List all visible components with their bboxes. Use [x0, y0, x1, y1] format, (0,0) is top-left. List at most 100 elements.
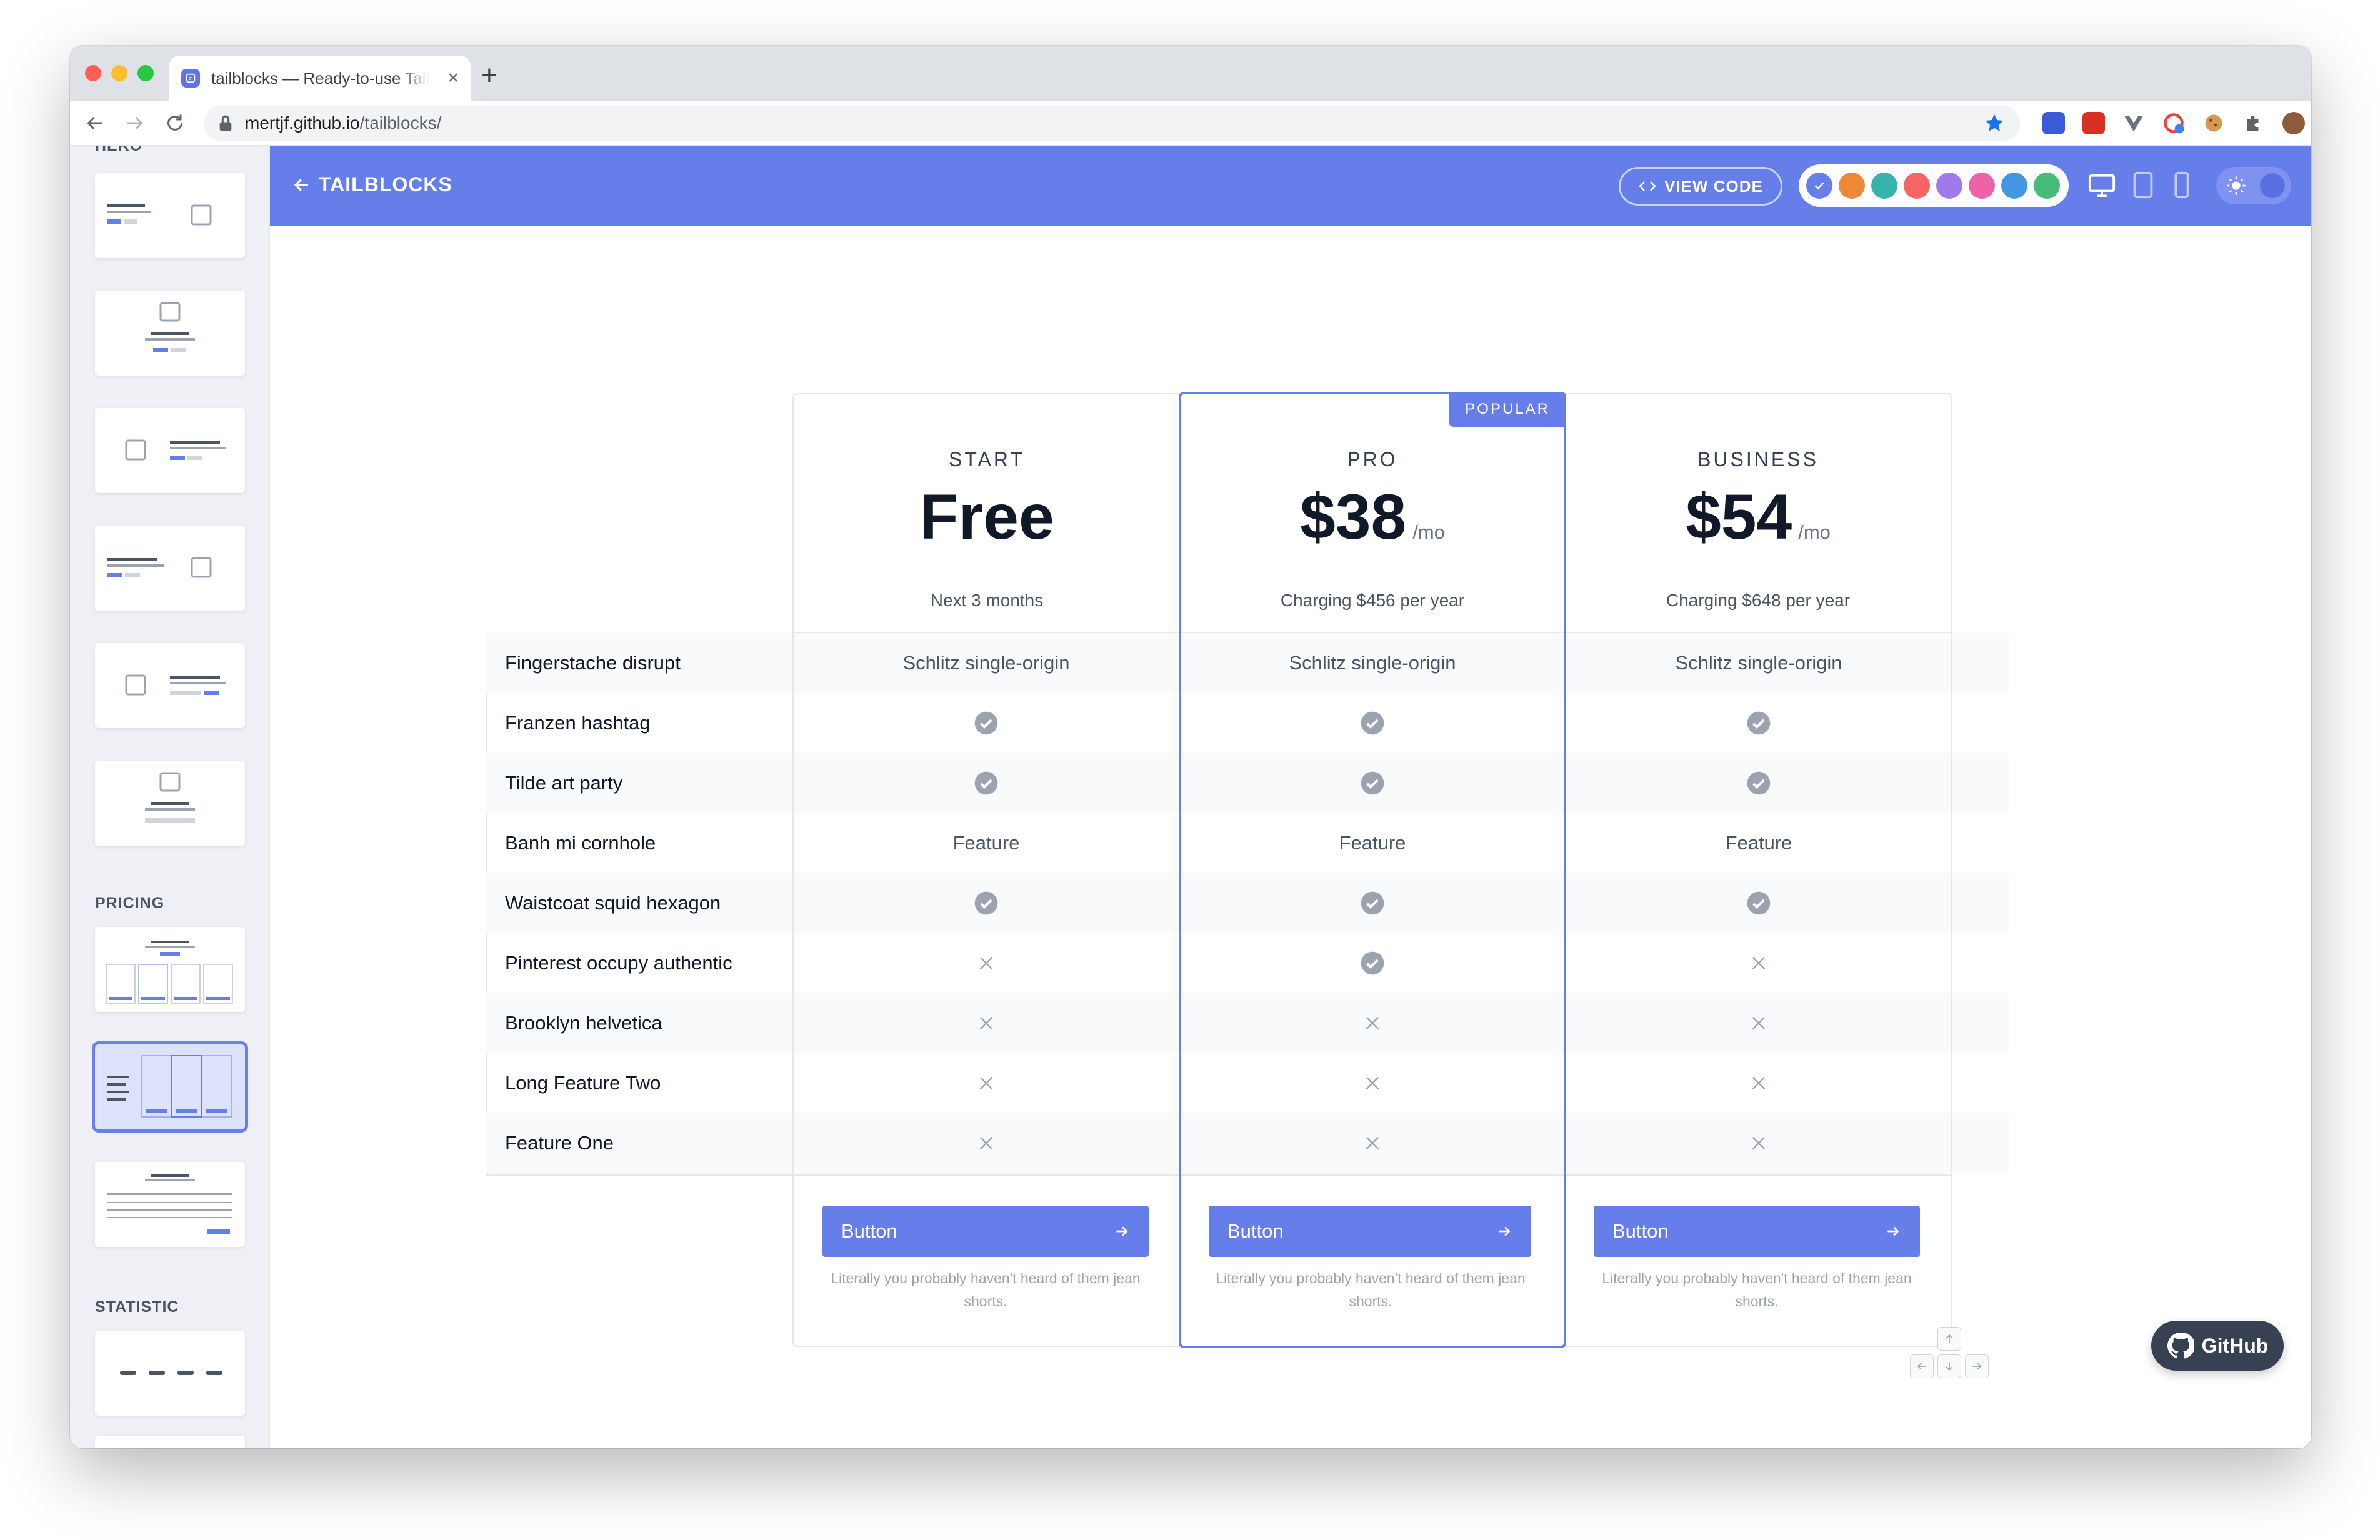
price-unit: /mo [1412, 521, 1445, 543]
new-tab-button[interactable]: + [481, 62, 498, 89]
sidebar-thumb-hero-1[interactable] [95, 173, 245, 258]
feature-value: Feature [952, 832, 1020, 854]
plan-note: Charging $648 per year [1666, 591, 1851, 610]
check-circle-icon [792, 873, 1180, 933]
plan-note: Charging $456 per year [1280, 591, 1465, 610]
plan-footnote: Literally you probably haven't heard of … [1602, 1270, 1912, 1309]
cross-icon [792, 993, 1180, 1053]
color-picker [1799, 164, 2069, 207]
browser-tab[interactable]: tailblocks — Ready-to-use Tailwind CSS b… [169, 56, 471, 101]
sidebar-thumb-hero-4[interactable] [95, 526, 245, 611]
tab-title: tailblocks — Ready-to-use Tailwind CSS b… [211, 68, 430, 88]
browser-toolbar: mertjf.github.io/tailblocks/ [70, 101, 2311, 146]
tablet-view-icon[interactable] [2129, 171, 2158, 202]
plan-price: $54 /mo [1565, 481, 1951, 554]
plan-name: START [949, 448, 1025, 471]
plan-header: START Free Next 3 months [794, 394, 1180, 634]
address-bar[interactable]: mertjf.github.io/tailblocks/ [204, 106, 2020, 141]
feature-label: Banh mi cornhole [505, 832, 656, 854]
plan-button-start[interactable]: Button [822, 1206, 1149, 1257]
extensions-puzzle-icon[interactable] [2242, 112, 2265, 134]
back-to-tailblocks-link[interactable]: TAILBLOCKS [292, 173, 452, 196]
page-content: HERO PRICING STATISTIC TAILBLOCKS VIEW C… [70, 146, 2311, 1448]
color-swatch-orange[interactable] [1839, 172, 1865, 199]
color-swatch-teal[interactable] [1871, 172, 1898, 199]
check-circle-icon [792, 693, 1180, 753]
feature-label: Pinterest occupy authentic [505, 952, 732, 974]
color-swatch-pink[interactable] [1969, 172, 1995, 199]
color-swatch-indigo-selected[interactable] [1806, 172, 1832, 199]
check-circle-icon [1565, 873, 1952, 933]
tailblocks-favicon-icon [181, 69, 200, 88]
plan-header: PRO $38 /mo Charging $456 per year [1181, 394, 1564, 634]
code-brackets-icon [1639, 181, 1656, 191]
plan-button-business[interactable]: Button [1594, 1206, 1920, 1257]
check-icon [1814, 182, 1824, 190]
close-window-button[interactable] [85, 65, 101, 81]
arrow-up-key-icon[interactable] [1938, 1327, 1961, 1351]
cross-icon [1565, 1053, 1952, 1113]
sidebar-thumb-pricing-1[interactable] [95, 927, 245, 1012]
profile-avatar[interactable] [2282, 112, 2305, 134]
feature-label: Tilde art party [505, 772, 623, 794]
bookmark-star-icon[interactable] [1984, 112, 2005, 134]
plan-name: BUSINESS [1698, 448, 1819, 471]
forward-arrow-icon[interactable] [124, 112, 146, 134]
color-swatch-red[interactable] [1904, 172, 1930, 199]
extension-tracking-icon[interactable] [2162, 112, 2185, 134]
extension-vue-icon[interactable] [2122, 112, 2145, 134]
feature-value: Schlitz single-origin [1675, 652, 1842, 674]
tab-close-icon[interactable]: × [448, 69, 459, 88]
color-swatch-blue[interactable] [2001, 172, 2028, 199]
sidebar-thumb-hero-3[interactable] [95, 408, 245, 493]
pricing-block: START Free Next 3 months BUSINESS $54 /m… [270, 226, 2311, 1448]
price-unit: /mo [1798, 521, 1831, 543]
back-arrow-icon[interactable] [84, 112, 106, 134]
price-amount: Free [919, 481, 1054, 552]
browser-window: tailblocks — Ready-to-use Tailwind CSS b… [70, 46, 2311, 1448]
check-circle-icon [1565, 693, 1952, 753]
cross-icon [1565, 933, 1952, 993]
github-button[interactable]: GitHub [2151, 1321, 2284, 1371]
button-label: Button [1612, 1220, 1669, 1242]
minimize-window-button[interactable] [111, 65, 128, 81]
cross-icon [792, 933, 1180, 993]
feature-label: Long Feature Two [505, 1072, 661, 1094]
url-host: mertjf.github.io [245, 113, 360, 132]
arrow-down-key-icon[interactable] [1938, 1354, 1961, 1378]
right-arrow-icon [1116, 1226, 1128, 1236]
plan-price: Free [794, 481, 1180, 554]
extension-red-icon[interactable] [2082, 112, 2105, 134]
color-swatch-green[interactable] [2034, 172, 2060, 199]
sidebar-thumb-hero-2[interactable] [95, 291, 245, 376]
sidebar-thumb-hero-6[interactable] [95, 761, 245, 846]
cross-icon [792, 1053, 1180, 1113]
dark-mode-toggle[interactable] [2216, 167, 2291, 204]
sidebar-thumb-hero-5[interactable] [95, 643, 245, 728]
view-code-button[interactable]: VIEW CODE [1619, 167, 1782, 206]
plan-price: $38 /mo [1181, 481, 1564, 554]
sidebar-thumb-statistic-2[interactable] [95, 1436, 245, 1448]
reload-icon[interactable] [164, 112, 186, 134]
phone-view-icon[interactable] [2168, 171, 2196, 202]
sun-icon [2227, 176, 2246, 195]
arrow-left-key-icon[interactable] [1910, 1354, 1934, 1378]
sidebar-section-statistic: STATISTIC [95, 1298, 179, 1316]
sidebar-thumb-statistic-1[interactable] [95, 1331, 245, 1416]
feature-label: Waistcoat squid hexagon [505, 892, 721, 914]
feature-label: Franzen hashtag [505, 712, 651, 734]
check-circle-icon [792, 753, 1180, 813]
sidebar-section-hero: HERO [95, 146, 143, 154]
sidebar-thumb-pricing-3[interactable] [95, 1162, 245, 1247]
color-swatch-purple[interactable] [1936, 172, 1962, 199]
plan-footnote: Literally you probably haven't heard of … [831, 1270, 1141, 1309]
plan-note: Next 3 months [930, 591, 1044, 610]
extension-messenger-icon[interactable] [2042, 112, 2065, 134]
extension-cookie-icon[interactable] [2202, 112, 2225, 134]
arrow-right-key-icon[interactable] [1965, 1354, 1989, 1378]
desktop-view-icon[interactable] [2088, 171, 2116, 202]
maximize-window-button[interactable] [138, 65, 154, 81]
sidebar-thumb-pricing-2-active[interactable] [92, 1041, 248, 1132]
cross-icon [1565, 993, 1952, 1053]
blocks-sidebar: HERO PRICING STATISTIC [70, 146, 270, 1448]
